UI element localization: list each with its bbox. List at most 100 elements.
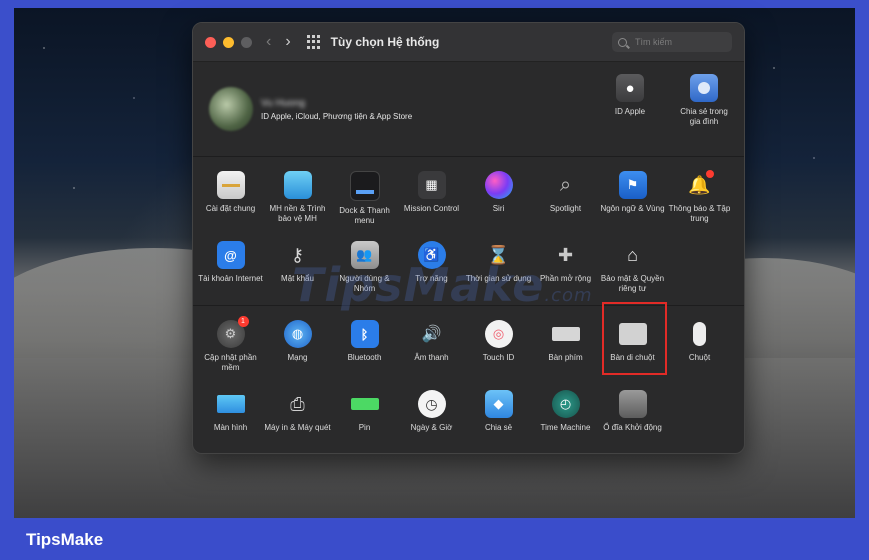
pref-security-privacy[interactable]: ⌂ Bảo mật & Quyền riêng tư — [599, 231, 666, 301]
minimize-button[interactable] — [223, 36, 234, 48]
account-name: Vu Huong — [261, 97, 306, 109]
back-button[interactable]: ‹ — [266, 33, 271, 51]
keyboard-icon — [551, 320, 580, 348]
update-badge: 1 — [237, 316, 249, 327]
time-machine-icon: ◴ — [551, 390, 580, 418]
pref-label: Trợ năng — [415, 274, 448, 283]
pref-spotlight[interactable]: ⌕ Spotlight — [532, 161, 599, 231]
pref-label: Ổ đĩa Khởi động — [603, 423, 662, 432]
prefs-row-2: @ Tài khoản Internet ⚷ Mật khẩu 👥 Người … — [193, 231, 744, 301]
family-sharing-label: Chia sẻ trong gia đình — [680, 107, 728, 126]
zoom-button[interactable] — [241, 36, 252, 48]
window-title: Tùy chọn Hệ thống — [330, 35, 440, 49]
pref-label: Thời gian sử dụng — [465, 274, 532, 283]
search-icon — [618, 37, 627, 47]
title-bar: ‹ › Tùy chọn Hệ thống — [193, 23, 744, 62]
disk-icon — [618, 390, 647, 418]
pref-accessibility[interactable]: ♿ Trợ năng — [398, 231, 465, 301]
pref-label: Phần mở rộng — [539, 274, 592, 283]
pref-displays[interactable]: Màn hình — [197, 380, 264, 450]
pref-passwords[interactable]: ⚷ Mật khẩu — [264, 231, 331, 301]
clock-icon: ◷ — [417, 390, 446, 418]
pref-dock[interactable]: Dock & Thanh menu — [331, 161, 398, 231]
pref-wallpaper[interactable]: MH nền & Trình bảo vệ MH — [264, 161, 331, 231]
pref-sound[interactable]: 🔊 Âm thanh — [398, 310, 465, 380]
pref-network[interactable]: ◍ Mạng — [264, 310, 331, 380]
display-icon — [216, 390, 245, 418]
pref-label: Cập nhật phần mềm — [204, 353, 257, 372]
accessibility-icon: ♿ — [417, 241, 446, 269]
hourglass-icon: ⌛ — [487, 244, 510, 265]
pref-keyboard[interactable]: Bàn phím — [532, 310, 599, 380]
pref-screen-time[interactable]: ⌛ Thời gian sử dụng — [465, 231, 532, 301]
pref-label: Người dùng & Nhóm — [339, 274, 390, 293]
trackpad-highlight-box — [602, 302, 667, 375]
speaker-icon: 🔊 — [421, 326, 442, 343]
account-shortcuts: ● ID Apple Chia sẻ trong gia đình — [600, 74, 734, 126]
close-button[interactable] — [205, 36, 216, 48]
pref-label: Ngày & Giờ — [410, 423, 453, 432]
pref-label: Chuột — [688, 353, 711, 362]
pref-notifications[interactable]: 🔔 Thông báo & Tập trung — [666, 161, 733, 231]
house-icon: ⌂ — [627, 244, 638, 265]
pref-date-time[interactable]: ◷ Ngày & Giờ — [398, 380, 465, 450]
pref-siri[interactable]: Siri — [465, 161, 532, 231]
wallpaper-icon — [283, 171, 312, 199]
forward-button[interactable]: › — [285, 33, 290, 51]
pref-family-sharing[interactable]: Chia sẻ trong gia đình — [674, 74, 734, 126]
pref-general[interactable]: Cài đặt chung — [197, 161, 264, 231]
dock-icon — [349, 171, 380, 201]
pref-label: Mission Control — [403, 204, 460, 213]
avatar[interactable] — [209, 87, 253, 131]
footer-brand: TipsMake — [26, 530, 104, 549]
pref-label: Bluetooth — [347, 353, 382, 362]
pref-software-update[interactable]: ⚙ 1 Cập nhật phần mềm — [197, 310, 264, 380]
show-all-grid-icon[interactable] — [306, 35, 321, 49]
apple-logo-icon: ● — [616, 74, 644, 102]
prefs-row-4: Màn hình ⎙ Máy in & Máy quét Pin ◷ Ngày … — [193, 380, 744, 450]
puzzle-icon: ✚ — [557, 244, 574, 265]
battery-icon — [350, 390, 379, 418]
key-icon: ⚷ — [290, 244, 305, 265]
pref-label: Mạng — [287, 353, 308, 362]
pref-users-groups[interactable]: 👥 Người dùng & Nhóm — [331, 231, 398, 301]
pref-battery[interactable]: Pin — [331, 380, 398, 450]
pref-mission-control[interactable]: ▦ Mission Control — [398, 161, 465, 231]
pref-label: Màn hình — [213, 423, 248, 432]
globe-icon: ◍ — [283, 320, 312, 348]
pref-internet-accounts[interactable]: @ Tài khoản Internet — [197, 231, 264, 301]
pref-apple-id[interactable]: ● ID Apple — [600, 74, 660, 126]
fingerprint-icon: ◎ — [484, 320, 513, 348]
window-controls — [205, 36, 252, 48]
pref-startup-disk[interactable]: Ổ đĩa Khởi động — [599, 380, 666, 450]
pref-mouse[interactable]: Chuột — [666, 310, 733, 380]
pref-label: Ngôn ngữ & Vùng — [600, 204, 665, 213]
pref-label: Siri — [492, 204, 505, 213]
pref-bluetooth[interactable]: ᛒ Bluetooth — [331, 310, 398, 380]
pref-sharing[interactable]: ◆ Chia sẻ — [465, 380, 532, 450]
pref-label: Cài đặt chung — [205, 204, 256, 213]
pref-label: Touch ID — [482, 353, 515, 362]
pref-language-region[interactable]: ⚑ Ngôn ngữ & Vùng — [599, 161, 666, 231]
pref-label: Máy in & Máy quét — [264, 423, 331, 432]
siri-icon — [484, 171, 513, 199]
prefs-row-1: Cài đặt chung MH nền & Trình bảo vệ MH D… — [193, 161, 744, 231]
mouse-icon — [686, 320, 714, 348]
pref-label: Dock & Thanh menu — [339, 206, 390, 225]
at-sign-icon: @ — [216, 241, 245, 269]
search-field[interactable] — [612, 32, 732, 52]
mission-control-icon: ▦ — [417, 171, 446, 199]
pref-label: Thông báo & Tập trung — [668, 204, 731, 223]
pref-time-machine[interactable]: ◴ Time Machine — [532, 380, 599, 450]
pref-label: Mật khẩu — [281, 274, 314, 283]
pref-extensions[interactable]: ✚ Phần mở rộng — [532, 231, 599, 301]
account-info[interactable]: Vu Huong ID Apple, iCloud, Phương tiện &… — [261, 98, 412, 121]
frame: ‹ › Tùy chọn Hệ thống Vu Huong ID Apple,… — [0, 0, 869, 560]
pref-printers-scanners[interactable]: ⎙ Máy in & Máy quét — [264, 380, 331, 450]
flag-icon: ⚑ — [618, 171, 647, 199]
search-input[interactable] — [633, 36, 727, 48]
footer-bar: TipsMake — [0, 520, 869, 560]
bluetooth-icon: ᛒ — [350, 320, 379, 348]
folder-icon: ◆ — [484, 390, 513, 418]
pref-touch-id[interactable]: ◎ Touch ID — [465, 310, 532, 380]
